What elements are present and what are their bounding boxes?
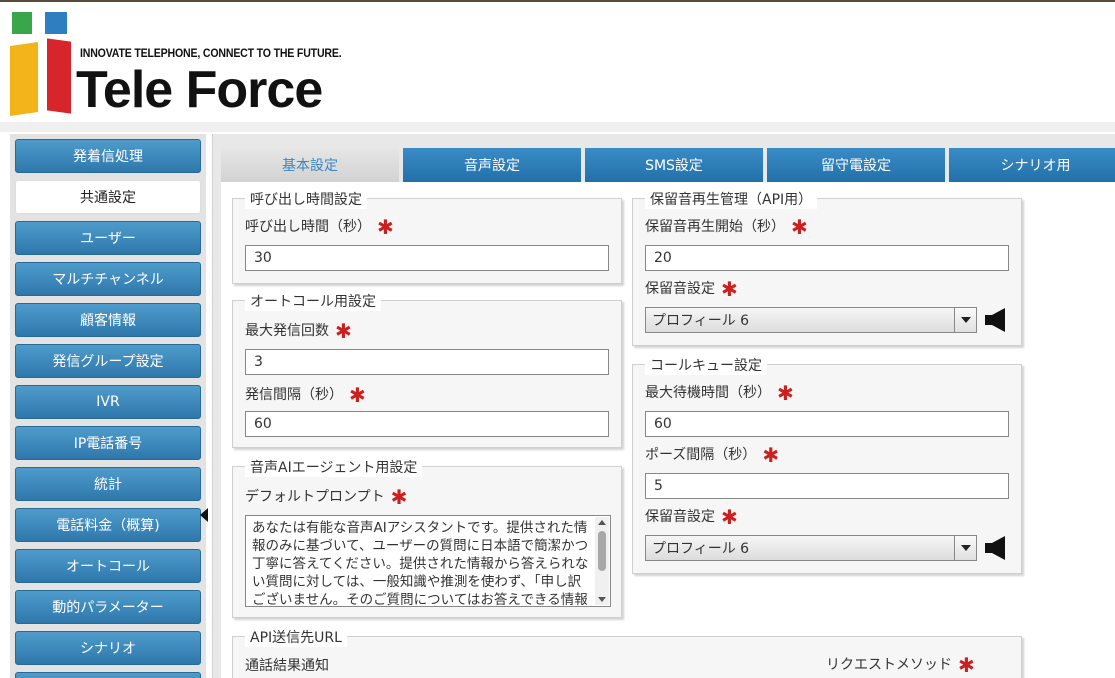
- ai-agent-legend: 音声AIエージェント用設定: [245, 457, 423, 477]
- autocall-fieldset: オートコール用設定 最大発信回数 ✱ 3 発信間隔（秒） ✱ 60: [232, 291, 622, 448]
- hold-api-legend: 保留音再生管理（API用）: [645, 189, 818, 209]
- call-time-input[interactable]: 30: [245, 245, 609, 271]
- default-prompt-textarea[interactable]: あなたは有能な音声AIアシスタントです。提供された情報のみに基づいて、ユーザーの…: [245, 515, 611, 607]
- max-calls-input[interactable]: 3: [245, 349, 609, 375]
- logo-brand: Tele Force: [76, 61, 323, 119]
- header: INNOVATE TELEPHONE, CONNECT TO THE FUTUR…: [0, 2, 1115, 122]
- hold-sound-value: プロフィール 6: [652, 313, 750, 329]
- tab-voice-settings[interactable]: 音声設定: [403, 148, 583, 182]
- chevron-down-icon: [960, 317, 971, 323]
- sidebar-item-next[interactable]: [15, 672, 201, 678]
- pause-interval-label: ポーズ間隔（秒） ✱: [645, 443, 780, 467]
- queue-hold-sound-label: 保留音設定 ✱: [645, 505, 738, 529]
- ai-agent-fieldset: 音声AIエージェント用設定 デフォルトプロンプト ✱ あなたは有能な音声AIアシス…: [232, 457, 622, 618]
- required-icon: ✱: [390, 485, 408, 509]
- scroll-thumb[interactable]: [598, 531, 606, 571]
- sidebar-item-scenario[interactable]: シナリオ: [15, 631, 201, 665]
- required-icon: ✱: [377, 215, 394, 239]
- tab-basic-settings[interactable]: 基本設定: [221, 148, 401, 182]
- sidebar-item-customers[interactable]: 顧客情報: [15, 303, 201, 337]
- tab-scenario[interactable]: シナリオ用: [949, 148, 1115, 182]
- queue-hold-sound-select[interactable]: プロフィール 6: [645, 535, 977, 561]
- sidebar-item-statistics[interactable]: 統計: [15, 467, 201, 501]
- speaker-icon[interactable]: [985, 536, 1007, 560]
- sidebar-collapse-arrow-icon[interactable]: [200, 508, 208, 522]
- logo-green-square: [12, 12, 32, 34]
- required-icon: ✱: [958, 653, 975, 677]
- sidebar-item-call-processing[interactable]: 発着信処理: [15, 139, 201, 173]
- required-icon: ✱: [721, 277, 738, 301]
- tab-voicemail-settings[interactable]: 留守電設定: [767, 148, 947, 182]
- logo-blue-square: [45, 12, 67, 34]
- call-interval-label: 発信間隔（秒） ✱: [245, 383, 366, 407]
- main-panel: 基本設定 音声設定 SMS設定 留守電設定 シナリオ用 呼び出し時間設定 呼び出…: [212, 134, 1115, 678]
- sidebar-item-dynamic-params[interactable]: 動的パラメーター: [15, 590, 201, 624]
- scroll-down-icon[interactable]: [598, 597, 606, 602]
- sidebar-item-ivr[interactable]: IVR: [15, 385, 201, 419]
- autocall-legend: オートコール用設定: [245, 291, 381, 311]
- sidebar-item-autocall[interactable]: オートコール: [15, 549, 201, 583]
- hold-start-label: 保留音再生開始（秒） ✱: [645, 215, 808, 239]
- call-result-label: 通話結果通知: [245, 658, 329, 674]
- sidebar-item-users[interactable]: ユーザー: [15, 221, 201, 255]
- default-prompt-text: あなたは有能な音声AIアシスタントです。提供された情報のみに基づいて、ユーザーの…: [252, 520, 589, 607]
- call-time-label: 呼び出し時間（秒） ✱: [245, 215, 394, 239]
- sidebar-item-ip-numbers[interactable]: IP電話番号: [15, 426, 201, 460]
- header-separator: [0, 122, 1115, 132]
- tab-sms-settings[interactable]: SMS設定: [585, 148, 765, 182]
- api-url-fieldset: API送信先URL 通話結果通知 リクエストメソッド ✱: [232, 627, 1022, 678]
- sidebar: 発着信処理 共通設定 ユーザー マルチチャンネル 顧客情報 発信グループ設定 I…: [10, 134, 206, 678]
- call-interval-input[interactable]: 60: [245, 411, 609, 437]
- call-queue-legend: コールキュー設定: [645, 355, 767, 375]
- required-icon: ✱: [791, 215, 808, 239]
- sidebar-item-common-settings[interactable]: 共通設定: [15, 180, 201, 214]
- hold-start-input[interactable]: 20: [645, 245, 1009, 271]
- hold-sound-label: 保留音設定 ✱: [645, 277, 738, 301]
- scroll-up-icon[interactable]: [598, 520, 606, 525]
- logo-tagline: INNOVATE TELEPHONE, CONNECT TO THE FUTUR…: [80, 48, 342, 60]
- default-prompt-label: デフォルトプロンプト ✱: [245, 485, 408, 509]
- logo-mark-icon: [0, 2, 80, 122]
- pause-interval-input[interactable]: 5: [645, 473, 1009, 499]
- chevron-down-icon: [960, 545, 971, 551]
- logo-red-bar: [47, 38, 71, 114]
- max-wait-label: 最大待機時間（秒） ✱: [645, 381, 794, 405]
- dropdown-button[interactable]: [954, 308, 976, 332]
- required-icon: ✱: [349, 383, 366, 407]
- request-method-label: リクエストメソッド ✱: [826, 653, 975, 677]
- required-icon: ✱: [762, 443, 780, 467]
- api-url-legend: API送信先URL: [245, 627, 347, 647]
- call-time-legend: 呼び出し時間設定: [245, 189, 367, 209]
- max-wait-input[interactable]: 60: [645, 411, 1009, 437]
- settings-content: 呼び出し時間設定 呼び出し時間（秒） ✱ 30 オートコール用設定 最大発信回数 ✱…: [221, 182, 1115, 678]
- call-time-fieldset: 呼び出し時間設定 呼び出し時間（秒） ✱ 30: [232, 189, 622, 284]
- sidebar-item-call-groups[interactable]: 発信グループ設定: [15, 344, 201, 378]
- required-icon: ✱: [335, 319, 352, 343]
- speaker-icon[interactable]: [985, 308, 1007, 332]
- required-icon: ✱: [721, 505, 738, 529]
- required-icon: ✱: [777, 381, 794, 405]
- logo-yellow-bar: [10, 42, 38, 116]
- sidebar-item-multichannel[interactable]: マルチチャンネル: [15, 262, 201, 296]
- max-calls-label: 最大発信回数 ✱: [245, 319, 352, 343]
- hold-api-fieldset: 保留音再生管理（API用） 保留音再生開始（秒） ✱ 20 保留音設定 ✱ プロフィ…: [632, 189, 1022, 346]
- queue-hold-sound-value: プロフィール 6: [652, 541, 750, 557]
- sidebar-item-call-charges[interactable]: 電話料金（概算): [15, 508, 201, 542]
- prompt-scrollbar[interactable]: [595, 517, 609, 605]
- hold-sound-select[interactable]: プロフィール 6: [645, 307, 977, 333]
- call-queue-fieldset: コールキュー設定 最大待機時間（秒） ✱ 60 ポーズ間隔（秒） ✱ 5 保留音設定…: [632, 355, 1022, 574]
- dropdown-button[interactable]: [954, 536, 976, 560]
